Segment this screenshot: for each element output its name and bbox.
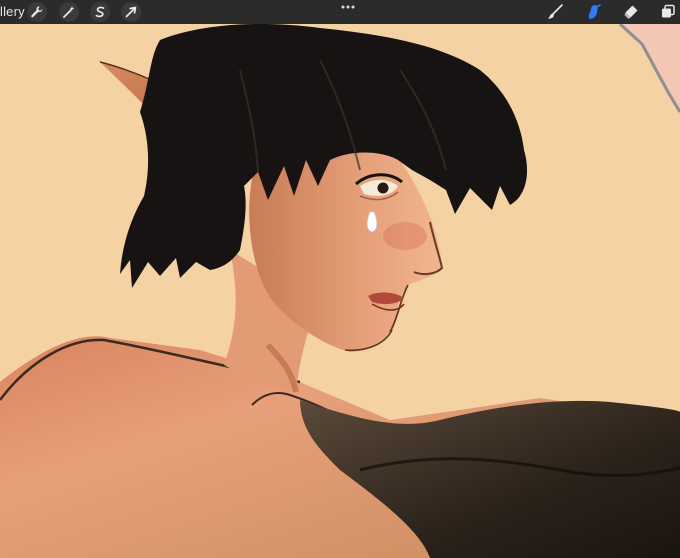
- cheek-blush: [383, 222, 427, 250]
- magic-wand-icon[interactable]: [59, 2, 79, 22]
- gallery-button[interactable]: llery: [0, 4, 25, 20]
- brush-icon[interactable]: [545, 2, 565, 22]
- transform-arrow-icon[interactable]: [121, 2, 141, 22]
- artwork-illustration: [0, 24, 680, 558]
- layers-icon[interactable]: [658, 2, 678, 22]
- top-toolbar: llery: [0, 0, 680, 24]
- selection-icon[interactable]: [90, 2, 110, 22]
- tear-drop: [366, 211, 378, 233]
- drawing-canvas[interactable]: [0, 24, 680, 558]
- eraser-icon[interactable]: [621, 2, 641, 22]
- eye-iris: [377, 182, 389, 194]
- wrench-icon[interactable]: [27, 2, 47, 22]
- more-dots-icon[interactable]: [339, 1, 357, 13]
- smudge-icon[interactable]: [584, 2, 604, 22]
